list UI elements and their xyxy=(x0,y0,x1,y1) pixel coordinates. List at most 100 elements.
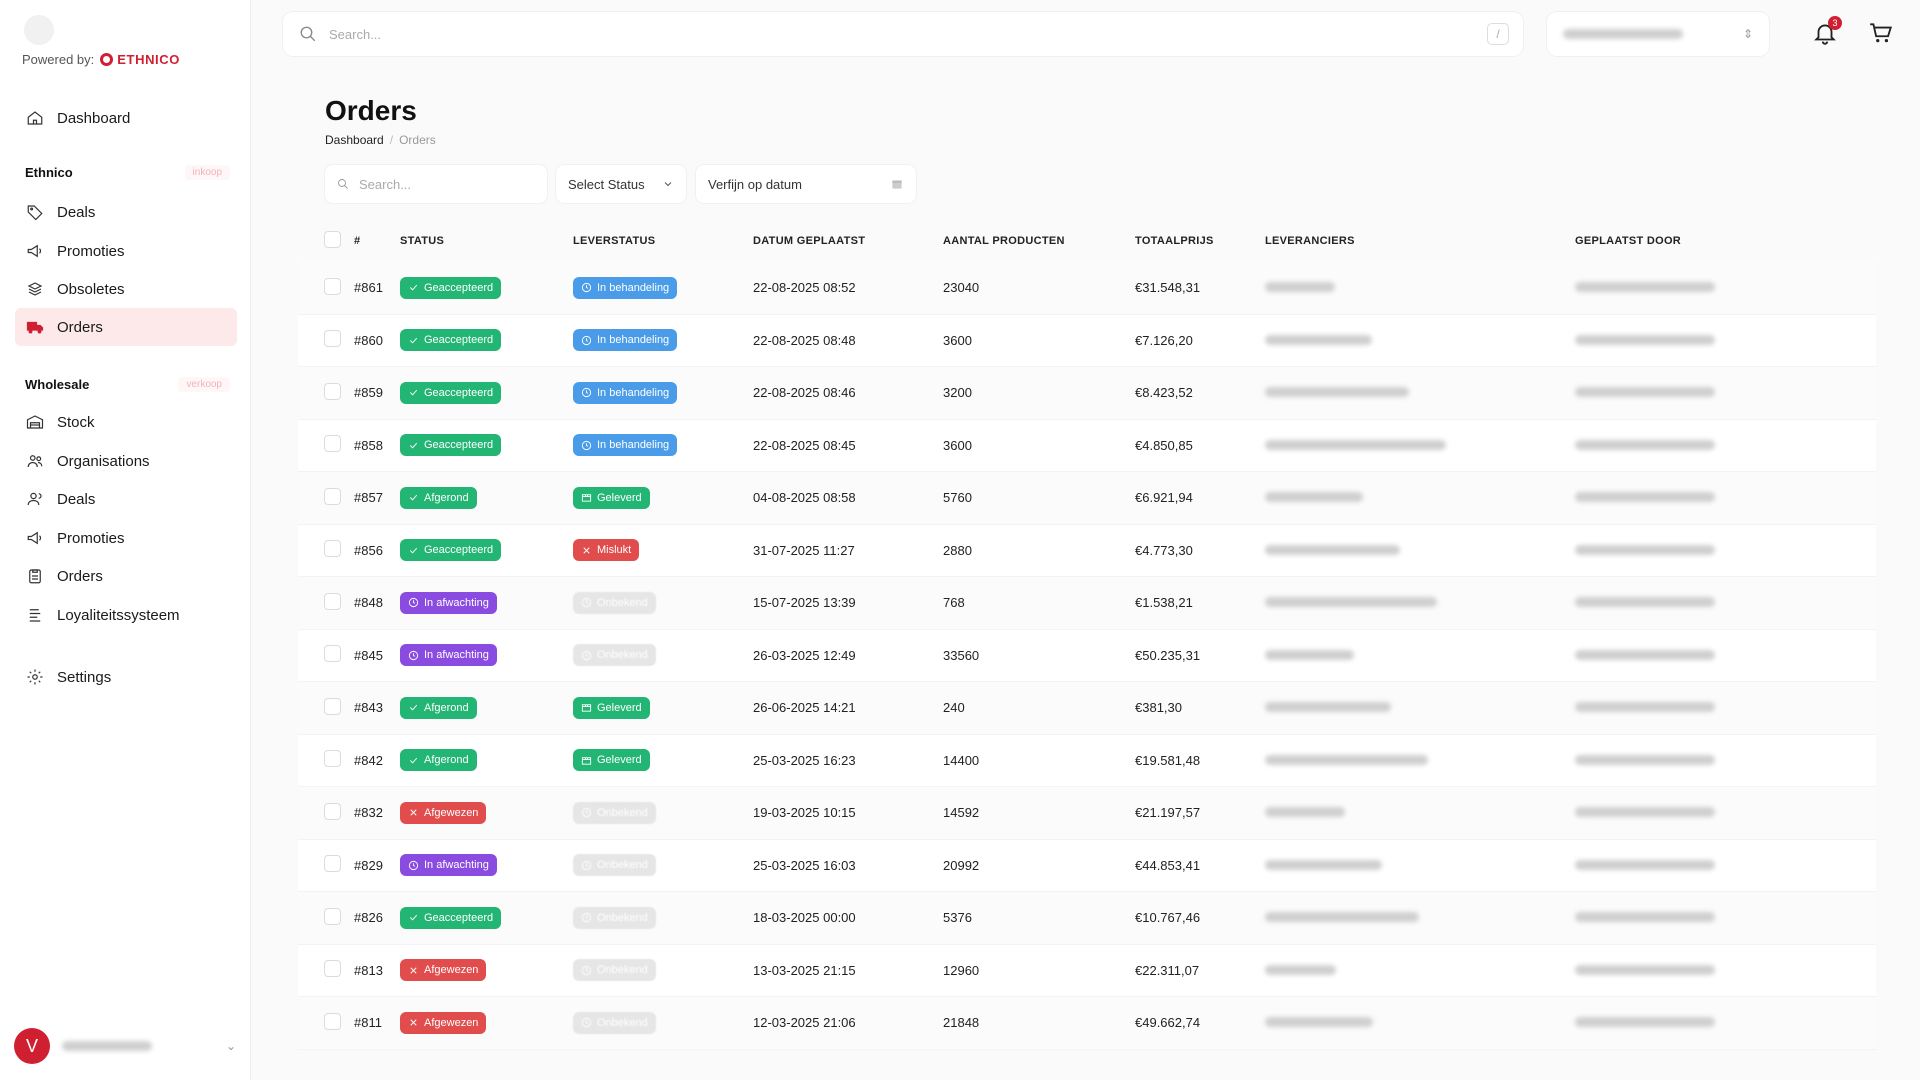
suppliers-cell xyxy=(1265,963,1575,978)
placed-by-redacted xyxy=(1575,282,1715,293)
row-checkbox[interactable] xyxy=(324,645,341,663)
order-date: 13-03-2025 21:15 xyxy=(753,962,856,978)
status-badge: In afwachting xyxy=(400,854,497,877)
row-checkbox[interactable] xyxy=(324,750,341,768)
global-search[interactable]: / xyxy=(283,12,1523,56)
table-row[interactable]: #842 Afgerond Geleverd 25-03-2025 16:23 1440… xyxy=(298,734,1876,787)
row-checkbox-cell xyxy=(298,330,341,350)
table-row[interactable]: #845 In afwachting Onbekend 26-03-2025 12:4… xyxy=(298,629,1876,682)
row-checkbox[interactable] xyxy=(324,382,341,400)
table-row[interactable]: #857 Afgerond Geleverd 04-08-2025 08:58 5760… xyxy=(298,472,1876,525)
clock-icon xyxy=(581,335,592,346)
table-row[interactable]: #848 In afwachting Onbekend 15-07-2025 13:3… xyxy=(298,577,1876,630)
total-price: €10.767,46 xyxy=(1135,910,1201,926)
product-count: 21848 xyxy=(943,1015,980,1031)
suppliers-cell xyxy=(1265,280,1575,295)
placed-by-redacted xyxy=(1575,334,1715,345)
global-search-input[interactable] xyxy=(329,26,1475,42)
row-checkbox[interactable] xyxy=(324,1012,341,1030)
clock-icon xyxy=(408,650,419,661)
sidebar-item-promoties[interactable]: Promoties xyxy=(15,232,237,270)
table-row[interactable]: #826 Geaccepteerd Onbekend 18-03-2025 00:00… xyxy=(298,892,1876,945)
suppliers-cell xyxy=(1265,333,1575,348)
select-all-checkbox[interactable] xyxy=(324,231,341,248)
row-checkbox[interactable] xyxy=(324,697,341,715)
row-checkbox[interactable] xyxy=(324,907,341,925)
table-row[interactable]: #832 Afgewezen Onbekend 19-03-2025 10:15 145… xyxy=(298,787,1876,840)
sidebar-item-wholesale-deals[interactable]: Deals xyxy=(15,480,237,518)
row-checkbox-cell xyxy=(298,645,341,665)
sidebar-item-dashboard[interactable]: Dashboard xyxy=(15,99,237,137)
row-checkbox[interactable] xyxy=(324,435,341,453)
row-checkbox[interactable] xyxy=(324,855,341,873)
table-row[interactable]: #860 Geaccepteerd In behandeling 22-08-2025… xyxy=(298,314,1876,367)
orders-search-input[interactable] xyxy=(359,176,535,192)
suppliers-redacted xyxy=(1265,282,1335,293)
sidebar-item-organisations[interactable]: Organisations xyxy=(15,442,237,480)
suppliers-redacted xyxy=(1265,754,1428,765)
sidebar-item-label: Dashboard xyxy=(57,109,131,127)
placed-by-redacted xyxy=(1575,544,1715,555)
sidebar-item-obsoletes[interactable]: Obsoletes xyxy=(15,270,237,308)
notifications-button[interactable]: 3 xyxy=(1812,16,1842,48)
row-checkbox[interactable] xyxy=(324,802,341,820)
delivery-status-badge-label: Onbekend xyxy=(597,596,648,609)
table-row[interactable]: #843 Afgerond Geleverd 26-06-2025 14:21 240 €… xyxy=(298,682,1876,735)
row-checkbox[interactable] xyxy=(324,592,341,610)
organisation-select[interactable]: ⇕ xyxy=(1547,12,1769,56)
total-price: €7.126,20 xyxy=(1135,332,1193,348)
table-row[interactable]: #811 Afgewezen Onbekend 12-03-2025 21:06 218… xyxy=(298,997,1876,1050)
table-row[interactable]: #859 Geaccepteerd In behandeling 22-08-2025… xyxy=(298,367,1876,420)
table-row[interactable]: #861 Geaccepteerd In behandeling 22-08-2025… xyxy=(298,262,1876,315)
delivery-status-cell: Onbekend xyxy=(573,1011,753,1034)
placed-by-redacted xyxy=(1575,964,1715,975)
order-date: 26-06-2025 14:21 xyxy=(753,700,856,716)
order-id: #832 xyxy=(354,805,383,821)
status-cell: Afgewezen xyxy=(400,1011,573,1034)
cart-button[interactable] xyxy=(1868,20,1896,48)
sidebar-item-wholesale-orders[interactable]: Orders xyxy=(15,557,237,595)
orders-search[interactable] xyxy=(325,165,547,203)
user-menu[interactable]: V ⌄ xyxy=(14,1026,236,1066)
chevron-down-icon xyxy=(664,182,672,187)
table-row[interactable]: #858 Geaccepteerd In behandeling 22-08-2025… xyxy=(298,419,1876,472)
status-badge-label: Geaccepteerd xyxy=(424,281,494,294)
delivery-status-badge: Onbekend xyxy=(573,1011,656,1034)
total-price: €381,30 xyxy=(1135,700,1182,716)
product-count: 23040 xyxy=(943,280,980,296)
check-icon xyxy=(408,492,419,503)
row-checkbox[interactable] xyxy=(324,960,341,978)
sidebar-item-deals[interactable]: Deals xyxy=(15,193,237,231)
sidebar-item-wholesale-promoties[interactable]: Promoties xyxy=(15,519,237,557)
breadcrumb-separator: / xyxy=(389,133,394,147)
table-row[interactable]: #813 Afgewezen Onbekend 13-03-2025 21:15 129… xyxy=(298,944,1876,997)
table-row[interactable]: #856 Geaccepteerd Mislukt 31-07-2025 11:27 2… xyxy=(298,524,1876,577)
row-checkbox[interactable] xyxy=(324,540,341,558)
delivery-status-badge: Onbekend xyxy=(573,591,656,614)
orders-table: # STATUS LEVERSTATUS DATUM GEPLAATST AAN… xyxy=(298,220,1876,1050)
close-icon xyxy=(408,1017,419,1028)
status-badge: Afgerond xyxy=(400,749,477,772)
status-badge: Geaccepteerd xyxy=(400,381,502,404)
package-icon xyxy=(581,492,592,503)
package-icon xyxy=(581,755,592,766)
row-checkbox-cell xyxy=(298,487,341,508)
delivery-status-cell: Geleverd xyxy=(573,486,753,509)
status-select[interactable]: Select Status xyxy=(556,165,686,203)
delivery-status-badge: Geleverd xyxy=(573,486,650,509)
table-row[interactable]: #829 In afwachting Onbekend 25-03-2025 16:0… xyxy=(298,839,1876,892)
row-checkbox[interactable] xyxy=(324,487,341,505)
sidebar-item-stock[interactable]: Stock xyxy=(15,403,237,441)
suppliers-redacted xyxy=(1265,702,1391,713)
sidebar-item-loyaliteitssysteem[interactable]: Loyaliteitssysteem xyxy=(15,596,237,634)
status-badge: Afgerond xyxy=(400,696,477,719)
sidebar-item-settings[interactable]: Settings xyxy=(15,658,237,696)
sidebar-item-orders[interactable]: Orders xyxy=(15,308,237,346)
breadcrumb-home[interactable]: Dashboard xyxy=(325,133,384,147)
layers-icon xyxy=(25,605,45,625)
row-checkbox[interactable] xyxy=(324,330,341,348)
suppliers-cell xyxy=(1265,595,1575,610)
date-filter[interactable]: Verfijn op datum xyxy=(696,165,916,203)
suppliers-redacted xyxy=(1265,492,1363,503)
row-checkbox[interactable] xyxy=(324,277,341,295)
